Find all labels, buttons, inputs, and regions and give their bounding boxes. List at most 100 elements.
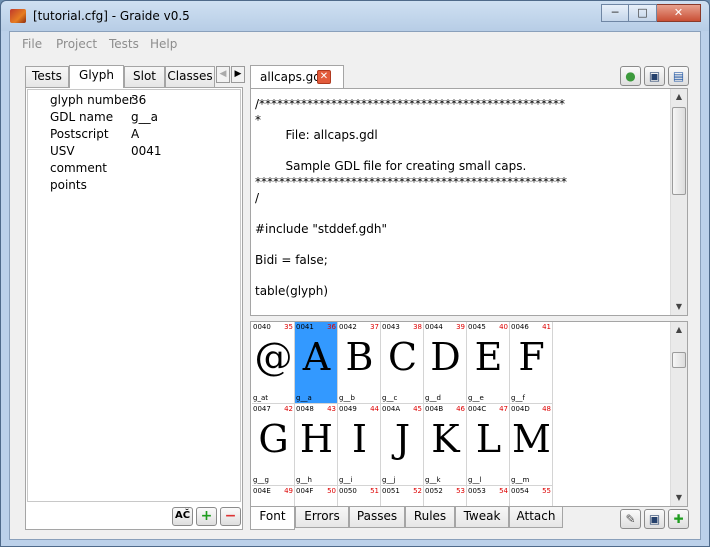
title-bar[interactable]: [tutorial.cfg] - Graide v0.5 ─ □ ✕ (1, 1, 709, 31)
scroll-down-icon[interactable]: ▼ (671, 299, 687, 315)
minimize-button[interactable]: ─ (601, 4, 629, 22)
property-row[interactable]: comment (28, 160, 238, 177)
maximize-button[interactable]: □ (629, 4, 657, 22)
editor-scrollbar[interactable]: ▲ ▼ (670, 89, 687, 315)
menu-project[interactable]: Project (56, 37, 97, 51)
glyph-id: 51 (370, 487, 379, 495)
client-area: File Project Tests Help Tests Glyph Slot… (9, 31, 701, 540)
glyph-char: @ (254, 335, 293, 379)
code-editor[interactable]: /***************************************… (250, 88, 688, 316)
tab-errors[interactable]: Errors (295, 507, 349, 528)
glyph-char: A (302, 335, 331, 379)
glyph-cell[interactable]: 0047 42 Gg__g (252, 404, 295, 486)
code-text[interactable]: /***************************************… (255, 97, 669, 311)
glyph-cell[interactable]: 0054 55 (510, 486, 553, 506)
glyph-cell[interactable]: 0049 44 Ig__i (338, 404, 381, 486)
save-as-icon[interactable]: ▤ (668, 66, 689, 86)
glyph-id: 47 (499, 405, 508, 413)
save-font-icon[interactable]: ▣ (644, 509, 665, 529)
tab-attach[interactable]: Attach (509, 507, 563, 528)
glyph-cell[interactable]: 0050 51 (338, 486, 381, 506)
build-icon[interactable]: ● (620, 66, 641, 86)
glyph-cell[interactable]: 0045 40 Eg__e (467, 322, 510, 404)
tab-glyph[interactable]: Glyph (69, 65, 124, 88)
glyph-name: g_at (253, 394, 268, 402)
menu-tests[interactable]: Tests (109, 37, 139, 51)
close-tab-icon[interactable]: ✕ (317, 70, 331, 84)
remove-icon[interactable]: − (220, 507, 241, 526)
glyph-name: g__j (382, 476, 396, 484)
glyph-cell[interactable]: 004D 48 Mg__m (510, 404, 553, 486)
glyph-cells: 0040 35 @ g_at 0041 36 Ag__a 0042 37 Bg__b 0043 38 C… (252, 322, 670, 506)
tools-icon[interactable]: ✎ (620, 509, 641, 529)
spell-check-icon[interactable]: AČ (172, 507, 193, 526)
scroll-up-icon[interactable]: ▲ (671, 89, 687, 105)
scroll-down-icon[interactable]: ▼ (671, 490, 687, 506)
glyph-hex-code: 0053 (468, 487, 486, 495)
file-tab-label: allcaps.gdl (260, 70, 325, 84)
glyph-cell[interactable]: 0041 36 Ag__a (295, 322, 338, 404)
glyph-cell[interactable]: 004C 47 Lg__l (467, 404, 510, 486)
glyph-hex-code: 004B (425, 405, 444, 413)
glyph-char: I (351, 417, 367, 461)
glyph-cell[interactable]: 0040 35 @ g_at (252, 322, 295, 404)
tab-passes[interactable]: Passes (349, 507, 405, 528)
glyph-cell[interactable]: 0051 52 (381, 486, 424, 506)
code-line: ****************************************… (255, 174, 567, 189)
code-line: #include "stddef.gdh" (255, 221, 387, 236)
property-name: glyph number (50, 93, 134, 107)
glyph-cell[interactable]: 004B 46 Kg__k (424, 404, 467, 486)
glyph-cell[interactable]: 0043 38 Cg__c (381, 322, 424, 404)
close-button[interactable]: ✕ (657, 4, 701, 22)
glyph-cell[interactable]: 0052 53 (424, 486, 467, 506)
scroll-up-icon[interactable]: ▲ (671, 322, 687, 338)
tab-font[interactable]: Font (250, 507, 295, 530)
glyph-char: K (431, 417, 460, 461)
glyph-cell[interactable]: 0042 37 Bg__b (338, 322, 381, 404)
property-row[interactable]: USV 0041 (28, 143, 238, 160)
glyph-hex-code: 0048 (296, 405, 314, 413)
glyph-cell[interactable]: 0046 41 Fg__f (510, 322, 553, 404)
glyph-name: g__g (253, 476, 269, 484)
tab-rules[interactable]: Rules (405, 507, 455, 528)
tabs-scroll-right-icon[interactable]: ▶ (231, 66, 245, 83)
glyph-name: g__m (511, 476, 530, 484)
save-icon[interactable]: ▣ (644, 66, 665, 86)
grid-scrollbar[interactable]: ▲ ▼ (670, 322, 687, 506)
glyph-cell[interactable]: 0053 54 (467, 486, 510, 506)
app-window: [tutorial.cfg] - Graide v0.5 ─ □ ✕ File … (0, 0, 710, 547)
property-name: comment (50, 161, 108, 175)
tab-slot[interactable]: Slot (124, 66, 165, 87)
menu-help[interactable]: Help (150, 37, 177, 51)
tab-classes[interactable]: Classes (165, 66, 215, 87)
glyph-cell[interactable]: 004A 45 Jg__j (381, 404, 424, 486)
glyph-name: g__k (425, 476, 441, 484)
glyph-cell[interactable]: 0044 39 Dg__d (424, 322, 467, 404)
glyph-id: 50 (327, 487, 336, 495)
add-icon[interactable]: + (196, 507, 217, 526)
scrollbar-thumb[interactable] (672, 107, 686, 195)
glyph-hex-code: 004F (296, 487, 314, 495)
glyph-id: 52 (413, 487, 422, 495)
font-glyph-grid: 0040 35 @ g_at 0041 36 Ag__a 0042 37 Bg__b 0043 38 C… (250, 321, 688, 507)
glyph-char: F (518, 335, 545, 379)
glyph-char: B (345, 335, 374, 379)
property-row[interactable]: Postscript A (28, 126, 238, 143)
glyph-id: 43 (327, 405, 336, 413)
tab-tweak[interactable]: Tweak (455, 507, 509, 528)
glyph-cell[interactable]: 0048 43 Hg__h (295, 404, 338, 486)
new-file-icon[interactable]: ✚ (668, 509, 689, 529)
tab-allcaps-gdl[interactable]: allcaps.gdl ✕ (250, 65, 344, 88)
glyph-cell[interactable]: 004E 49 (252, 486, 295, 506)
property-row[interactable]: points (28, 177, 238, 194)
scrollbar-thumb[interactable] (672, 352, 686, 368)
glyph-char: L (475, 417, 502, 461)
code-line: * (255, 112, 261, 127)
property-row[interactable]: glyph number 36 (28, 92, 238, 109)
glyph-cell[interactable]: 004F 50 (295, 486, 338, 506)
tab-tests[interactable]: Tests (25, 66, 69, 87)
tabs-scroll-left-icon[interactable]: ◀ (216, 66, 230, 83)
property-row[interactable]: GDL name g__a (28, 109, 238, 126)
menu-file[interactable]: File (22, 37, 42, 51)
